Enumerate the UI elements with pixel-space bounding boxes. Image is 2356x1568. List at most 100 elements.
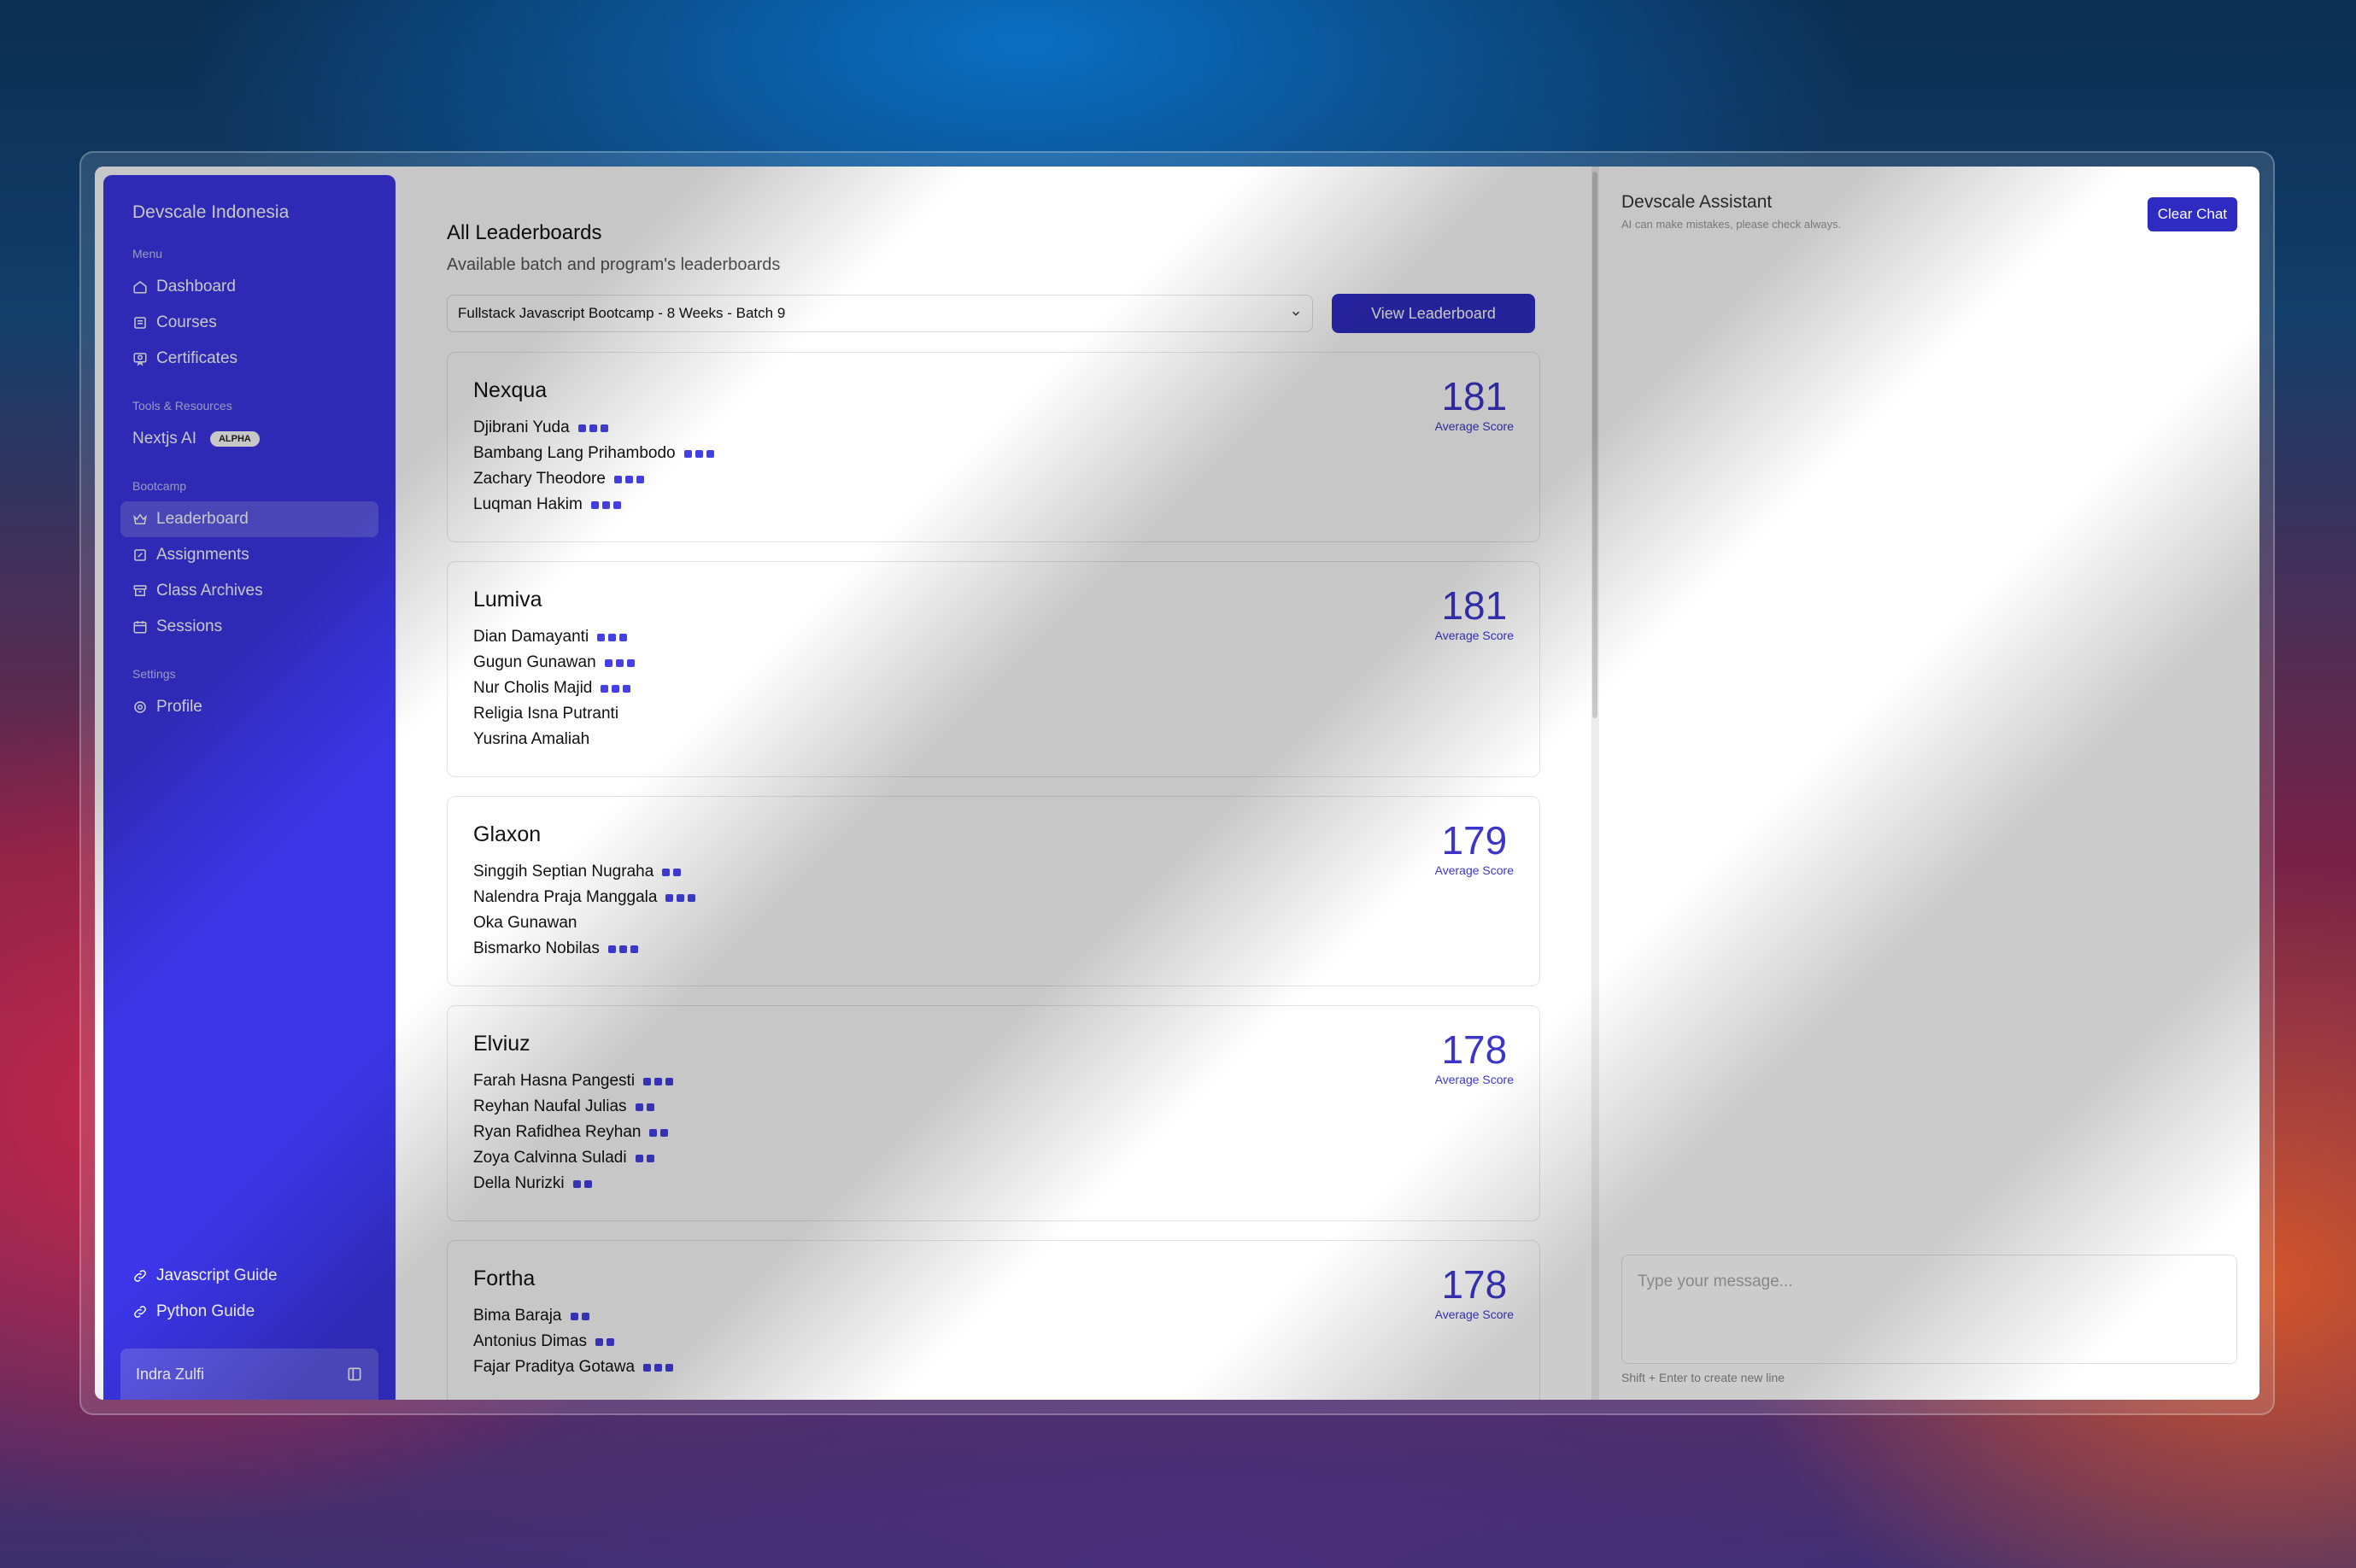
attendance-dot (646, 1154, 654, 1162)
attendance-dot (706, 449, 714, 458)
attendance-dot (613, 475, 622, 483)
batch-select[interactable]: Fullstack Javascript Bootcamp - 8 Weeks … (447, 295, 1313, 332)
chevron-down-icon (1292, 311, 1300, 316)
tools-group: Tools & Resources Nextjs AI ALPHA (120, 399, 378, 457)
attendance-dot (630, 945, 638, 953)
attendance-dots (601, 684, 631, 693)
member-name: Religia Isna Putranti (473, 705, 619, 723)
member-name: Della Nurizki (473, 1174, 565, 1192)
member-name: Antonius Dimas (473, 1332, 588, 1350)
sidebar-item-profile[interactable]: Profile (120, 689, 378, 725)
sidebar-item-dashboard[interactable]: Dashboard (120, 269, 378, 305)
sidebar-item-leaderboard[interactable]: Leaderboard (120, 501, 378, 537)
leaderboard-main: All Leaderboards Available batch and pro… (396, 167, 1591, 1400)
logout-icon[interactable] (346, 1366, 363, 1383)
member-name: Bima Baraja (473, 1307, 562, 1325)
scrollbar-thumb[interactable] (1592, 172, 1597, 718)
message-input[interactable]: Type your message... (1621, 1255, 2237, 1364)
member-name: Zoya Calvinna Suladi (473, 1149, 627, 1167)
team-member: Yusrina Amaliah (473, 727, 1514, 752)
attendance-dots (613, 475, 644, 483)
team-name: Fortha (473, 1267, 536, 1290)
link-icon (134, 1270, 146, 1282)
team-member: Singgih Septian Nugraha (473, 859, 1514, 885)
average-score: 181 (1441, 374, 1508, 418)
attendance-dots (635, 1154, 654, 1162)
alpha-badge: ALPHA (209, 431, 260, 447)
attendance-dot (654, 1363, 663, 1372)
team-member: Gugun Gunawan (473, 650, 1514, 676)
attendance-dot (665, 893, 674, 902)
sidebar-item-class-archives[interactable]: Class Archives (120, 573, 378, 609)
sidebar-item-label: Class Archives (156, 582, 263, 600)
sidebar-item-label: Nextjs AI (132, 430, 196, 448)
attendance-dot (600, 424, 608, 432)
team-member: Religia Isna Putranti (473, 701, 1514, 727)
user-menu[interactable]: Indra Zulfi (120, 1349, 378, 1400)
team-member: Dian Damayanti (473, 624, 1514, 650)
sidebar-item-label: Courses (156, 313, 217, 331)
attendance-dots (649, 1128, 669, 1137)
assistant-subtitle: AI can make mistakes, please check alway… (1621, 218, 1842, 231)
attendance-dots (572, 1179, 592, 1188)
settings-group: Settings Profile (120, 667, 378, 725)
attendance-dots (604, 658, 635, 667)
attendance-dot (604, 658, 612, 667)
edit-icon (134, 549, 146, 561)
sidebar-item-label: Profile (156, 698, 202, 716)
average-score-label: Average Score (1434, 1073, 1514, 1086)
team-member: Bima Baraja (473, 1303, 1514, 1329)
attendance-dot (595, 1337, 604, 1346)
sidebar-item-python-guide[interactable]: Python Guide (120, 1294, 378, 1330)
book-icon (134, 317, 146, 329)
attendance-dot (601, 500, 610, 509)
team-name: Nexqua (473, 378, 548, 402)
attendance-dots (665, 893, 696, 902)
member-name: Singgih Septian Nugraha (473, 863, 654, 881)
page-subtitle: Available batch and program's leaderboar… (447, 255, 781, 274)
attendance-dot (581, 1312, 589, 1320)
score-block: 181 Average Score (1435, 586, 1514, 642)
clear-chat-button[interactable]: Clear Chat (2147, 197, 2237, 231)
attendance-dot (590, 500, 599, 509)
attendance-dots (590, 500, 621, 509)
sidebar-item-courses[interactable]: Courses (120, 305, 378, 341)
assistant-title: Devscale Assistant (1621, 192, 1773, 212)
attendance-dots (607, 945, 638, 953)
team-name: Lumiva (473, 588, 542, 611)
attendance-dot (624, 475, 633, 483)
average-score: 181 (1441, 583, 1508, 628)
attendance-dots (643, 1363, 674, 1372)
member-name: Reyhan Naufal Julias (473, 1097, 627, 1115)
attendance-dot (623, 684, 631, 693)
section-label-menu: Menu (132, 247, 163, 260)
sidebar-item-javascript-guide[interactable]: Javascript Guide (120, 1258, 378, 1294)
average-score-label: Average Score (1434, 863, 1514, 877)
sidebar-item-certificates[interactable]: Certificates (120, 341, 378, 377)
average-score-label: Average Score (1434, 1308, 1514, 1321)
attendance-dot (618, 945, 627, 953)
sidebar-item-label: Assignments (156, 546, 249, 564)
attendance-dot (673, 868, 682, 876)
attendance-dot (636, 475, 644, 483)
attendance-dot (643, 1363, 652, 1372)
attendance-dots (577, 424, 608, 432)
sidebar-item-nextjs-ai[interactable]: Nextjs AI ALPHA (120, 421, 378, 457)
section-label-settings: Settings (132, 667, 176, 681)
team-member: Djibrani Yuda (473, 415, 1514, 441)
view-leaderboard-button[interactable]: View Leaderboard (1332, 294, 1535, 333)
leaderboard-controls: Fullstack Javascript Bootcamp - 8 Weeks … (447, 294, 1540, 333)
team-member: Zoya Calvinna Suladi (473, 1145, 1514, 1171)
attendance-dots (597, 633, 628, 641)
average-score: 178 (1441, 1262, 1508, 1307)
link-icon (134, 1306, 146, 1318)
member-name: Bismarko Nobilas (473, 939, 600, 957)
sidebar-item-sessions[interactable]: Sessions (120, 609, 378, 645)
attendance-dot (677, 893, 685, 902)
gear-icon (134, 701, 146, 713)
sidebar: Devscale Indonesia Menu Dashboard Course… (103, 175, 396, 1400)
sidebar-item-assignments[interactable]: Assignments (120, 537, 378, 573)
member-name: Zachary Theodore (473, 470, 606, 488)
member-name: Yusrina Amaliah (473, 730, 590, 748)
team-card: Lumiva Dian Damayanti Gugun Gunawan Nur Cho… (447, 561, 1540, 777)
